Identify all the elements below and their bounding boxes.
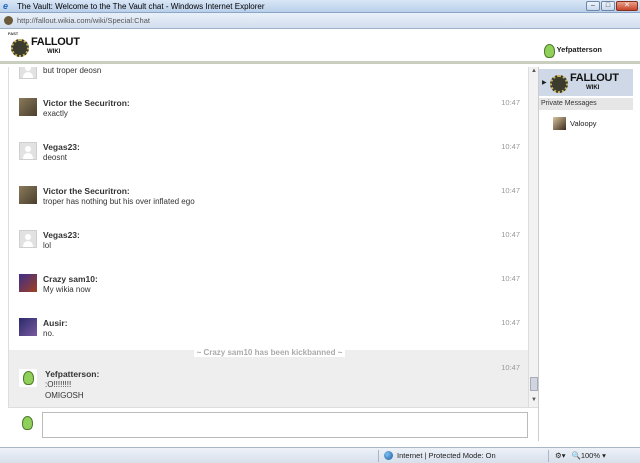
status-right-controls: ⚙▾ 🔍100% ▾ bbox=[555, 451, 606, 460]
status-divider bbox=[378, 450, 379, 462]
wiki-logo[interactable]: FALLOUT WIKI bbox=[11, 37, 80, 59]
private-messages-header: Private Messages bbox=[539, 98, 633, 110]
security-zone[interactable]: Internet | Protected Mode: On bbox=[384, 451, 496, 460]
address-url[interactable]: http://fallout.wikia.com/wiki/Special:Ch… bbox=[17, 16, 150, 25]
message-username[interactable]: Victor the Securitron: bbox=[43, 98, 130, 108]
zoom-control[interactable]: 🔍100% ▾ bbox=[572, 451, 606, 460]
message-username[interactable]: Victor the Securitron: bbox=[43, 186, 130, 196]
message-text: lol bbox=[43, 241, 52, 250]
avatar[interactable] bbox=[19, 186, 37, 204]
security-zone-text: Internet | Protected Mode: On bbox=[397, 451, 496, 460]
private-message-user[interactable]: Valoopy bbox=[553, 117, 597, 130]
message-timestamp: 10:47 bbox=[501, 318, 520, 327]
current-user-name: Yefpatterson bbox=[556, 44, 602, 54]
vault-boy-gear-icon bbox=[11, 39, 29, 57]
message-timestamp: 10:47 bbox=[501, 274, 520, 283]
message-username[interactable]: Vegas23: bbox=[43, 230, 80, 240]
chat-message-list: but troper deosn Victor the Securitron: … bbox=[8, 67, 538, 407]
minimize-button[interactable]: – bbox=[586, 1, 600, 11]
message-text: exactly bbox=[43, 109, 68, 118]
chat-right-rail: ▶ FALLOUT WIKI Private Messages Valoopy bbox=[538, 67, 633, 441]
message-timestamp: 10:47 bbox=[501, 98, 520, 107]
site-favicon-icon bbox=[4, 16, 13, 25]
inline-alert-text: ~ Crazy sam10 has been kickbanned ~ bbox=[193, 348, 346, 357]
scroll-down-arrow-icon[interactable]: ▼ bbox=[531, 397, 537, 403]
avatar bbox=[539, 42, 555, 58]
message-timestamp: 10:47 bbox=[501, 142, 520, 151]
vault-boy-gear-icon bbox=[550, 75, 568, 93]
room-entry[interactable]: ▶ FALLOUT WIKI bbox=[539, 69, 633, 96]
message-timestamp: 10:47 bbox=[501, 186, 520, 195]
message-text: OMIGOSH bbox=[45, 391, 84, 400]
logo-subtitle: WIKI bbox=[47, 49, 61, 55]
message-timestamp: 10:47 bbox=[501, 363, 520, 372]
address-bar[interactable]: http://fallout.wikia.com/wiki/Special:Ch… bbox=[0, 13, 640, 29]
private-message-user-name: Valoopy bbox=[570, 119, 597, 128]
avatar[interactable] bbox=[19, 369, 37, 387]
chat-header: FAST FALLOUT WIKI Yefpatterson bbox=[0, 30, 640, 64]
scroll-thumb[interactable] bbox=[530, 377, 538, 391]
expand-arrow-icon[interactable]: ▶ bbox=[542, 79, 547, 86]
close-button[interactable]: ✕ bbox=[616, 1, 638, 11]
message-text: troper has nothing but his over inflated… bbox=[43, 197, 195, 206]
message-text: :O!!!!!!!! bbox=[45, 380, 72, 389]
scroll-up-arrow-icon[interactable]: ▲ bbox=[531, 68, 537, 74]
avatar bbox=[553, 117, 566, 130]
avatar[interactable] bbox=[19, 274, 37, 292]
message-text: deosnt bbox=[43, 153, 68, 162]
avatar bbox=[19, 67, 37, 79]
logo-subtitle: WIKI bbox=[586, 85, 600, 91]
avatar bbox=[18, 414, 36, 432]
window-title-bar: e The Vault: Welcome to the The Vault ch… bbox=[0, 0, 640, 13]
internet-explorer-icon: e bbox=[3, 0, 9, 11]
message-username[interactable]: Vegas23: bbox=[43, 142, 80, 152]
avatar[interactable] bbox=[19, 230, 37, 248]
logo-title: FALLOUT bbox=[570, 72, 619, 84]
room-logo: FALLOUT WIKI bbox=[550, 73, 619, 95]
globe-icon bbox=[384, 451, 393, 460]
window-controls: – □ ✕ bbox=[586, 1, 638, 11]
window-title: The Vault: Welcome to the The Vault chat… bbox=[17, 1, 265, 11]
inline-alert: ~ Crazy sam10 has been kickbanned ~ bbox=[9, 348, 530, 357]
current-user[interactable]: Yefpatterson bbox=[539, 42, 602, 58]
status-divider bbox=[548, 450, 549, 462]
status-bar: Internet | Protected Mode: On ⚙▾ 🔍100% ▾ bbox=[0, 447, 640, 463]
logo-title: FALLOUT bbox=[31, 36, 80, 48]
chat-input-row bbox=[8, 407, 538, 441]
message-input[interactable] bbox=[42, 412, 528, 438]
maximize-button[interactable]: □ bbox=[601, 1, 615, 11]
chat-scrollbar[interactable]: ▲ ▼ bbox=[528, 67, 538, 407]
message-text: but troper deosn bbox=[43, 67, 102, 75]
message-timestamp: 10:47 bbox=[501, 230, 520, 239]
message-username[interactable]: Yefpatterson: bbox=[45, 369, 99, 379]
header-tag: FAST bbox=[8, 31, 19, 36]
protected-mode-icon[interactable]: ⚙▾ bbox=[555, 451, 566, 460]
zoom-level: 100% bbox=[580, 451, 601, 460]
message-username[interactable]: Crazy sam10: bbox=[43, 274, 98, 284]
message-text: no. bbox=[43, 329, 55, 338]
avatar[interactable] bbox=[19, 142, 37, 160]
message-username[interactable]: Ausir: bbox=[43, 318, 68, 328]
avatar[interactable] bbox=[19, 318, 37, 336]
avatar[interactable] bbox=[19, 98, 37, 116]
message-text: My wikia now bbox=[43, 285, 91, 294]
